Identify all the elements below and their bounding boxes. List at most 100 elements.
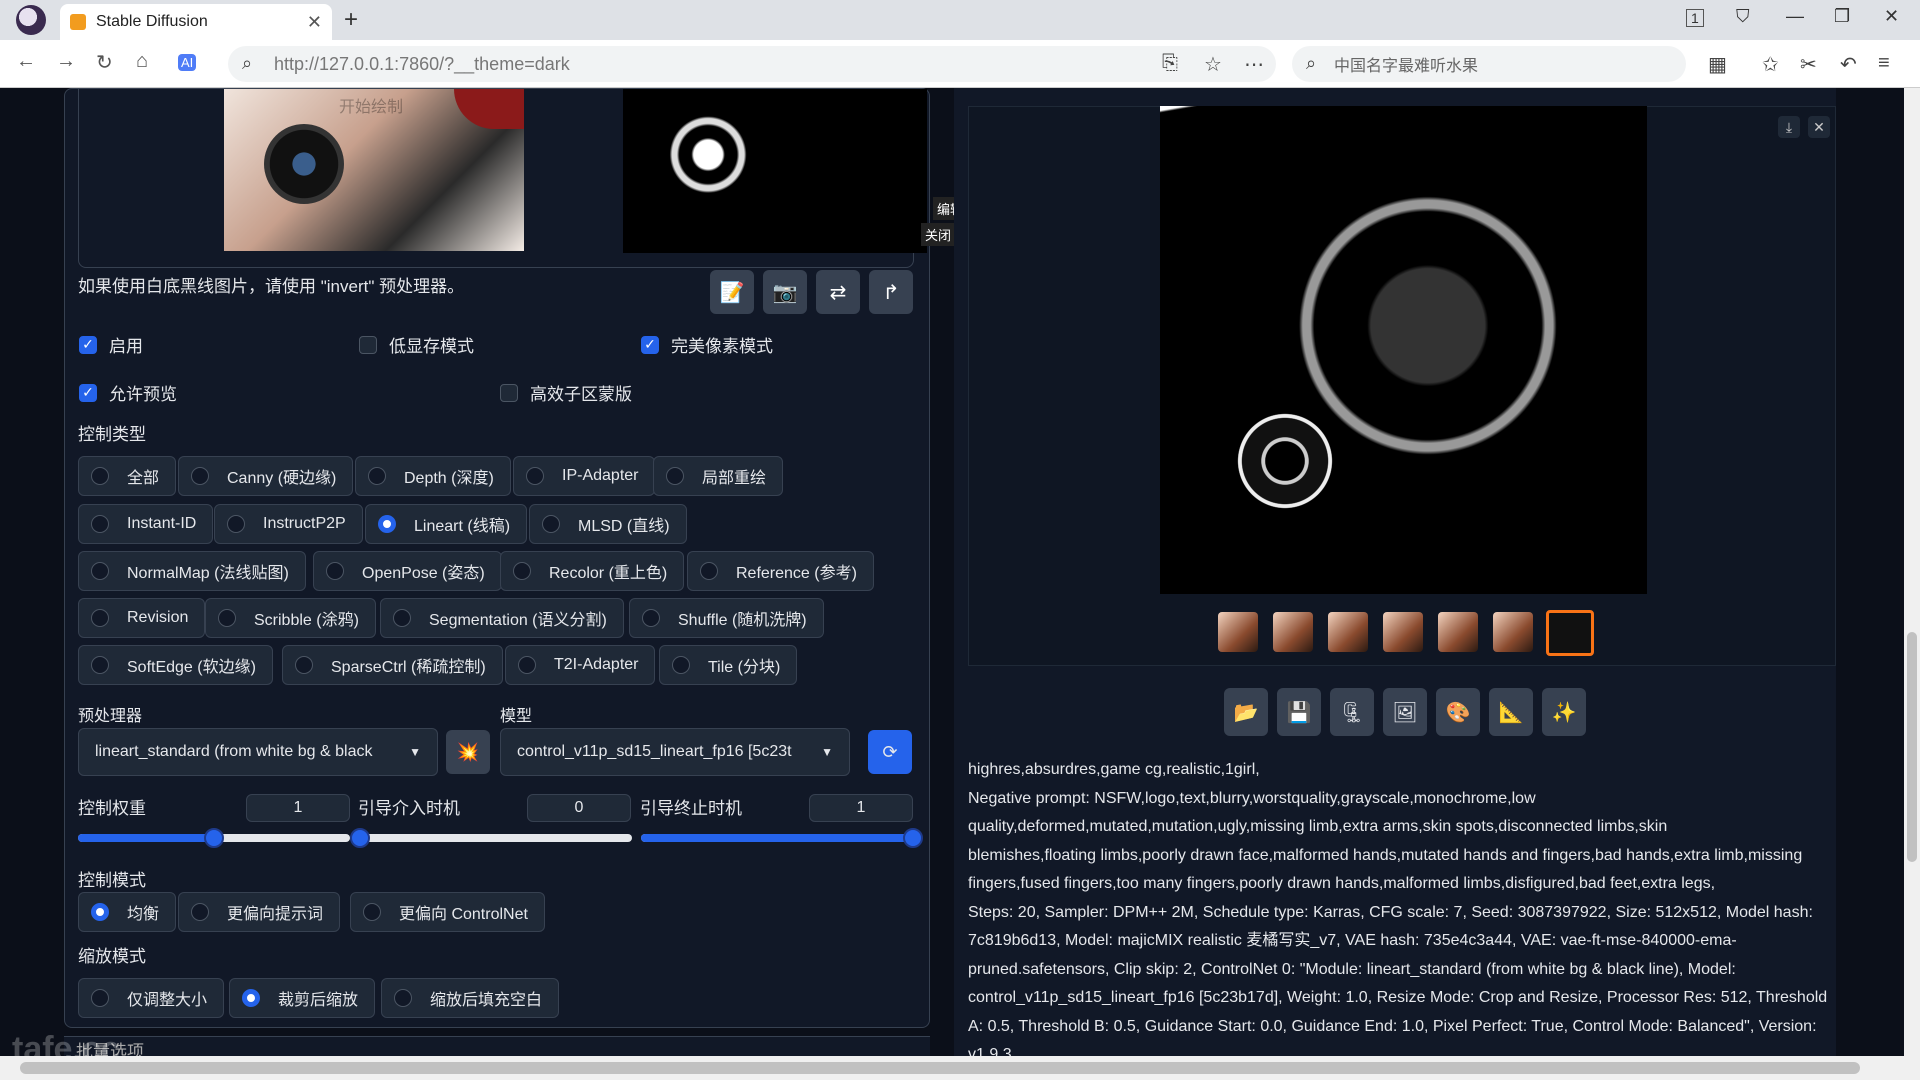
favorites-icon[interactable]: ✩ [1762, 52, 1779, 77]
control-type-shuffle[interactable]: Shuffle (随机洗牌) [629, 598, 824, 638]
run-preprocessor-button[interactable]: 💥 [446, 730, 490, 774]
scrollbar-thumb[interactable] [1907, 632, 1917, 862]
gallery-thumbnail[interactable] [1493, 612, 1533, 652]
forward-icon[interactable]: → [56, 50, 76, 73]
batch-options-accordion[interactable]: 批量选项 [64, 1036, 930, 1056]
mirror-webcam-button[interactable]: ⇄ [816, 270, 860, 314]
control-type-normalmap[interactable]: NormalMap (法线贴图) [78, 551, 306, 591]
scissors-icon[interactable]: ✂ [1800, 52, 1817, 77]
gallery-thumbnail[interactable] [1328, 612, 1368, 652]
control-type-scribble[interactable]: Scribble (涂鸦) [205, 598, 376, 638]
zip-button[interactable]: 🗜 [1330, 688, 1374, 736]
checkbox-pixel-perfect[interactable]: ✓ 完美像素模式 [641, 332, 773, 357]
menu-icon[interactable]: ≡ [1878, 52, 1890, 75]
control-type-sparsectrl[interactable]: SparseCtrl (稀疏控制) [282, 645, 503, 685]
output-image[interactable] [1160, 106, 1647, 594]
open-folder-button[interactable]: 📂 [1224, 688, 1268, 736]
checkbox-low-vram[interactable]: 低显存模式 [359, 332, 474, 357]
translate-icon[interactable]: ⎘ [1162, 52, 1178, 75]
control-type-instant-id[interactable]: Instant-ID [78, 504, 214, 544]
tab-count-badge[interactable]: 1 [1686, 9, 1704, 27]
browser-tab[interactable]: Stable Diffusion ✕ [60, 4, 332, 40]
checkbox-allow-preview[interactable]: ✓ 允许预览 [79, 380, 177, 405]
start-input[interactable]: 0 [527, 794, 631, 822]
control-type-instructp2p[interactable]: InstructP2P [214, 504, 363, 544]
minimize-button[interactable]: — [1786, 6, 1804, 27]
input-image[interactable]: 开始绘制 [224, 89, 524, 251]
mode-prompt[interactable]: 更偏向提示词 [178, 892, 341, 932]
slider-handle[interactable] [903, 828, 923, 848]
send-dimensions-button[interactable]: ↱ [869, 270, 913, 314]
new-tab-button[interactable]: + [344, 6, 358, 34]
mode-controlnet[interactable]: 更偏向 ControlNet [350, 892, 545, 932]
undo-icon[interactable]: ↶ [1840, 52, 1857, 77]
close-window-button[interactable]: ✕ [1884, 6, 1899, 27]
control-type-inpaint[interactable]: 局部重绘 [653, 456, 784, 496]
download-icon[interactable]: ⤓ [1778, 116, 1800, 138]
control-type-all[interactable]: 全部 [78, 456, 177, 496]
control-type-t2i-adapter[interactable]: T2I-Adapter [505, 645, 656, 685]
preprocessor-select[interactable]: lineart_standard (from white bg & black … [78, 728, 438, 776]
checkbox-enable[interactable]: ✓ 启用 [79, 332, 143, 357]
control-type-recolor[interactable]: Recolor (重上色) [500, 551, 685, 591]
slider-handle[interactable] [350, 828, 370, 848]
resize-and-fill[interactable]: 缩放后填充空白 [381, 978, 560, 1018]
browser-logo-icon[interactable] [16, 5, 46, 35]
new-canvas-button[interactable]: 📝 [710, 270, 754, 314]
control-type-segmentation[interactable]: Segmentation (语义分割) [380, 598, 624, 638]
address-bar[interactable]: ⌕ http://127.0.0.1:7860/?__theme=dark [228, 46, 1276, 82]
control-type-softedge[interactable]: SoftEdge (软边缘) [78, 645, 273, 685]
control-type-revision[interactable]: Revision [78, 598, 206, 638]
model-select[interactable]: control_v11p_sd15_lineart_fp16 [5c23t ▼ [500, 728, 850, 776]
control-type-reference[interactable]: Reference (参考) [687, 551, 874, 591]
reload-icon[interactable]: ↻ [96, 50, 113, 75]
vertical-scrollbar[interactable] [1904, 88, 1920, 1056]
mode-balanced[interactable]: 均衡 [78, 892, 177, 932]
webcam-button[interactable]: 📷 [763, 270, 807, 314]
control-type-ip-adapter[interactable]: IP-Adapter [513, 456, 656, 496]
sparkle-button[interactable]: ✨ [1542, 688, 1586, 736]
horizontal-scrollbar[interactable] [0, 1056, 1920, 1080]
control-type-openpose[interactable]: OpenPose (姿态) [313, 551, 502, 591]
gallery-thumbnail-selected[interactable] [1546, 610, 1594, 656]
gallery-thumbnail[interactable] [1218, 612, 1258, 652]
slider-handle[interactable] [204, 828, 224, 848]
weight-input[interactable]: 1 [246, 794, 350, 822]
close-icon[interactable]: ✕ [1808, 116, 1830, 138]
send-to-extras-button[interactable]: 📐 [1489, 688, 1533, 736]
gallery-thumbnail[interactable] [1438, 612, 1478, 652]
gallery-thumbnail[interactable] [1383, 612, 1423, 652]
home-icon[interactable]: ⌂ [136, 50, 148, 73]
close-tab-icon[interactable]: ✕ [307, 12, 322, 33]
close-preview-button[interactable]: 关闭 [920, 223, 955, 246]
send-to-inpaint-button[interactable]: 🎨 [1436, 688, 1480, 736]
restore-button[interactable]: ❐ [1834, 6, 1850, 27]
ai-icon[interactable]: AI [178, 54, 197, 71]
scrollbar-thumb[interactable] [20, 1062, 1860, 1074]
checkbox-efficient-mask[interactable]: 高效子区蒙版 [500, 380, 632, 405]
save-button[interactable]: 💾 [1277, 688, 1321, 736]
refresh-models-button[interactable]: ⟳ [868, 730, 912, 774]
control-type-depth[interactable]: Depth (深度) [355, 456, 511, 496]
control-type-mlsd[interactable]: MLSD (直线) [529, 504, 687, 544]
control-type-lineart[interactable]: Lineart (线稿) [365, 504, 528, 544]
browser-tabbar: Stable Diffusion ✕ + 1 ⛉ — ❐ ✕ [0, 0, 1920, 40]
gallery-thumbnail[interactable] [1273, 612, 1313, 652]
shirt-icon[interactable]: ⛉ [1736, 6, 1750, 27]
end-input[interactable]: 1 [809, 794, 913, 822]
more-icon[interactable]: ⋯ [1244, 52, 1264, 77]
control-type-canny[interactable]: Canny (硬边缘) [178, 456, 354, 496]
resize-just-resize[interactable]: 仅调整大小 [78, 978, 225, 1018]
preprocessor-preview-image[interactable]: 编辑 关闭 [623, 89, 967, 253]
start-slider[interactable] [350, 828, 632, 848]
back-icon[interactable]: ← [16, 50, 36, 73]
weight-slider[interactable] [78, 828, 350, 848]
radio-label: 更偏向提示词 [227, 906, 324, 923]
send-to-img2img-button[interactable]: 🖼 [1383, 688, 1427, 736]
search-box[interactable]: ⌕ 中国名字最难听水果 [1292, 46, 1686, 82]
resize-crop-and-resize[interactable]: 裁剪后缩放 [229, 978, 376, 1018]
apps-icon[interactable]: ▦ [1708, 52, 1727, 77]
control-type-tile[interactable]: Tile (分块) [659, 645, 798, 685]
star-icon[interactable]: ☆ [1204, 52, 1222, 77]
end-slider[interactable] [641, 828, 923, 848]
